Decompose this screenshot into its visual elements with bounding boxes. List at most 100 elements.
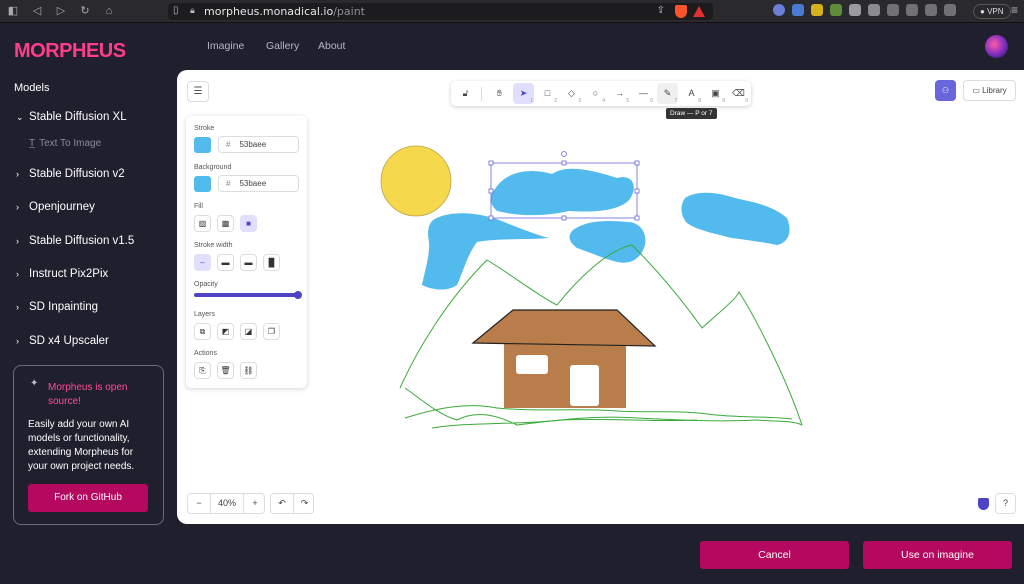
model-sd-inpainting[interactable]: › SD Inpainting — [16, 301, 98, 313]
bring-to-front-button[interactable]: ❐ — [263, 323, 280, 340]
fill-crosshatch-option[interactable]: ▩ — [217, 215, 234, 232]
sidebar-toggle-icon[interactable]: ◧ — [6, 4, 20, 18]
fill-solid-option[interactable]: ■ — [240, 215, 257, 232]
opacity-label: Opacity — [194, 281, 218, 288]
extension-icon[interactable] — [811, 4, 823, 16]
stroke-width-extra-bold-option[interactable]: ▬ — [240, 254, 257, 271]
fill-hachure-option[interactable]: ▨ — [194, 215, 211, 232]
model-stable-diffusion-v15[interactable]: › Stable Diffusion v1.5 — [16, 235, 134, 247]
download-icon[interactable] — [887, 4, 899, 16]
bolder-line-icon: ▬ — [244, 258, 253, 267]
menu-icon[interactable] — [906, 4, 918, 16]
back-icon[interactable]: ◁ — [30, 4, 44, 18]
avatar[interactable] — [985, 35, 1008, 58]
promo-body: Easily add your own AI models or functio… — [28, 419, 135, 472]
use-on-imagine-button[interactable]: Use on imagine — [863, 541, 1012, 569]
stroke-hex-input[interactable]: #53baee — [218, 136, 299, 153]
undo-icon[interactable]: ↶ — [271, 494, 293, 513]
translate-icon[interactable] — [792, 4, 804, 16]
address-bar[interactable]: ▯ 🔒︎ morpheus.monadical.io/paint ⇪ — [168, 3, 713, 20]
line-tool[interactable]: —6 — [633, 83, 654, 104]
model-stable-diffusion-v2[interactable]: › Stable Diffusion v2 — [16, 168, 125, 180]
chevron-right-icon: › — [16, 269, 19, 279]
chevron-right-icon: › — [16, 202, 19, 212]
bring-forward-button[interactable]: ◪ — [240, 323, 257, 340]
share-icon[interactable]: ⇪ — [657, 5, 665, 16]
hand-tool[interactable]: ✋︎ — [489, 83, 510, 104]
background-label: Background — [194, 164, 232, 171]
image-tool[interactable]: ▣ 9 — [705, 83, 726, 104]
duplicate-button[interactable]: ⎘ — [194, 362, 211, 379]
extension-icon[interactable] — [830, 4, 842, 16]
background-hex-input[interactable]: #53baee — [218, 175, 299, 192]
stroke-width-thickest-option[interactable]: █ — [263, 254, 280, 271]
arrow-icon: → — [615, 88, 624, 98]
zoom-level[interactable]: 40% — [210, 494, 244, 513]
text-tool[interactable]: A8 — [681, 83, 702, 104]
model-instruct-pix2pix[interactable]: › Instruct Pix2Pix — [16, 268, 108, 280]
bring-forward-icon: ◪ — [244, 327, 253, 336]
nav-gallery[interactable]: Gallery — [266, 40, 299, 52]
forward-icon[interactable]: ▷ — [54, 4, 68, 18]
reload-icon[interactable]: ↻ — [78, 4, 92, 18]
diamond-tool[interactable]: ◇ 3 — [561, 83, 582, 104]
logo[interactable]: MORPHEUS — [14, 40, 126, 63]
drawing-toolbar: 🔓︎ ✋︎ ➤ 1 □ 2 ◇ 3 ○ 4 → 5 —6 ✎ 7 A8 ▣ 9 ⌫ 0 — [451, 81, 751, 106]
nav-imagine[interactable]: Imagine — [207, 40, 244, 52]
draw-tool[interactable]: ✎ 7 — [657, 83, 678, 104]
model-sd-x4-upscaler[interactable]: › SD x4 Upscaler — [16, 335, 109, 347]
rectangle-tool[interactable]: □ 2 — [537, 83, 558, 104]
wallet-icon[interactable] — [944, 4, 956, 16]
ellipse-tool[interactable]: ○ 4 — [585, 83, 606, 104]
lock-tool[interactable]: 🔓︎ — [455, 83, 476, 104]
model-label: Stable Diffusion v2 — [29, 168, 125, 180]
eraser-tool[interactable]: ⌫ 0 — [728, 83, 749, 104]
model-openjourney[interactable]: › Openjourney — [16, 201, 95, 213]
zoom-in-button[interactable]: + — [244, 494, 266, 513]
model-label: SD Inpainting — [29, 301, 99, 313]
hamburger-menu-icon[interactable]: ☰ — [187, 81, 209, 102]
paint-canvas[interactable]: ☰ 🔓︎ ✋︎ ➤ 1 □ 2 ◇ 3 ○ 4 → 5 —6 ✎ 7 A8 ▣ 9 ⌫ 0 Dr… — [177, 70, 1024, 524]
brave-shield-icon[interactable] — [675, 5, 687, 18]
stroke-width-bold-option[interactable]: ▬ — [217, 254, 234, 271]
stroke-width-thin-option[interactable]: – — [194, 254, 211, 271]
background-color-swatch[interactable] — [194, 176, 211, 192]
delete-button[interactable]: 🗑︎ — [217, 362, 234, 379]
bookmark-icon[interactable]: ▯ — [173, 5, 179, 16]
stroke-color-swatch[interactable] — [194, 137, 211, 153]
cancel-button[interactable]: Cancel — [700, 541, 849, 569]
send-backward-button[interactable]: ◩ — [217, 323, 234, 340]
grass-line — [431, 418, 698, 429]
collaborate-button[interactable]: ⚇ — [935, 80, 956, 101]
link-button[interactable]: ⛓︎ — [240, 362, 257, 379]
actions-label: Actions — [194, 350, 217, 357]
sub-item-text-to-image[interactable]: T̲ Text To Image — [29, 138, 101, 149]
send-to-back-button[interactable]: ⧉ — [194, 323, 211, 340]
lock-icon[interactable]: 🔒︎ — [190, 5, 195, 16]
arrow-tool[interactable]: → 5 — [609, 83, 630, 104]
tool-tooltip: Draw — P or 7 — [666, 108, 717, 119]
extension-icon[interactable] — [773, 4, 785, 16]
sidebar-icon[interactable] — [925, 4, 937, 16]
nav-about[interactable]: About — [318, 40, 345, 52]
puzzle-icon[interactable] — [868, 4, 880, 16]
home-icon[interactable]: ⌂ — [102, 4, 116, 18]
opacity-slider-thumb[interactable] — [294, 291, 302, 299]
house-door — [570, 365, 599, 406]
fork-on-github-button[interactable]: Fork on GitHub — [28, 484, 148, 512]
vpn-button[interactable]: ● VPN — [973, 4, 1011, 19]
browser-menu-icon[interactable]: ≡ — [1011, 3, 1018, 17]
layers-label: Layers — [194, 311, 216, 318]
model-stable-diffusion-xl[interactable]: ⌄ Stable Diffusion XL — [16, 111, 127, 123]
opacity-slider[interactable] — [194, 291, 302, 299]
redo-icon[interactable]: ↷ — [293, 494, 315, 513]
zoom-control: − 40% + — [187, 493, 265, 514]
encryption-shield-icon[interactable] — [978, 498, 989, 510]
extension-icon[interactable] — [849, 4, 861, 16]
selection-tool[interactable]: ➤ 1 — [513, 83, 534, 104]
library-button[interactable]: ▭ Library — [963, 80, 1016, 101]
brave-rewards-icon[interactable] — [693, 6, 705, 17]
zoom-out-button[interactable]: − — [188, 494, 210, 513]
open-source-promo: ✦ Morpheus is open source! Easily add yo… — [13, 365, 164, 525]
help-icon[interactable]: ? — [995, 493, 1016, 514]
